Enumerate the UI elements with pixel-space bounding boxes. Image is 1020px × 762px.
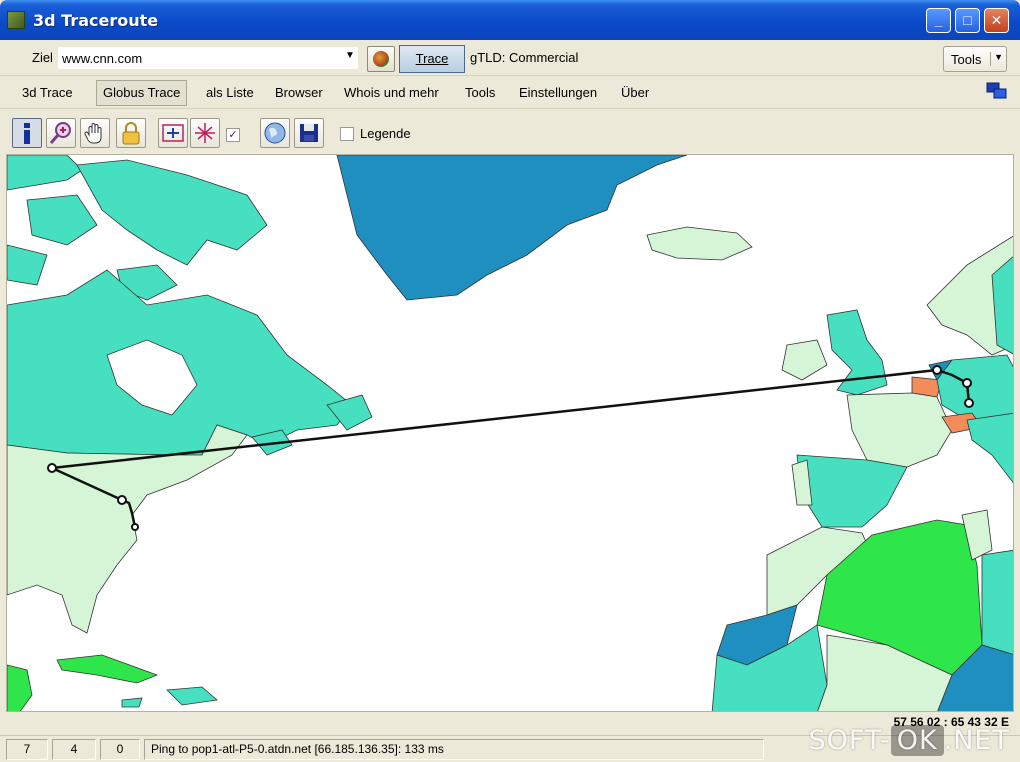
status-bar: 7 4 0 Ping to pop1-atl-P5-0.atdn.net [66… [0,725,1020,762]
title-bar: 3d Traceroute _ □ ✕ [0,0,1020,40]
zoom-in-button[interactable] [46,118,76,148]
menu-tools[interactable]: Tools [465,85,495,100]
france [846,392,953,468]
tools-dropdown[interactable]: Tools ▼ [943,46,1007,72]
minimize-icon: _ [934,12,943,28]
jamaica [121,697,143,708]
ping-icon [373,51,389,67]
lock-button[interactable] [116,118,146,148]
expand-button[interactable] [190,118,220,148]
watermark-right: .NET [943,725,1010,756]
hop-marker [131,523,139,531]
minimize-button[interactable]: _ [926,8,951,33]
status-message: Ping to pop1-atl-P5-0.atdn.net [66.185.1… [144,739,764,760]
germany [936,354,1013,421]
italy [966,412,1013,484]
watermark: SOFT- OK .NET [808,725,1010,756]
chevron-down-icon[interactable]: ▼ [990,52,1003,66]
mexico [7,664,33,711]
window-title: 3d Traceroute [33,11,159,30]
greenland [336,155,688,301]
hop-marker [932,365,942,375]
hispaniola [166,686,218,706]
maximize-button[interactable]: □ [955,8,980,33]
fit-view-icon [162,124,184,142]
baffin-region [76,159,268,266]
status-cell-count: 4 [52,739,96,760]
status-cell-hops: 7 [6,739,48,760]
trace-button[interactable]: Trace [399,45,465,73]
watermark-ok: OK [890,725,944,756]
info-button[interactable] [12,118,42,148]
app-icon [7,11,25,29]
menu-globus-trace[interactable]: Globus Trace [96,80,188,106]
globe-button[interactable] [260,118,290,148]
menu-browser[interactable]: Browser [275,85,323,100]
menu-als-liste[interactable]: als Liste [206,85,254,100]
check-icon[interactable]: ✓ [226,128,240,142]
address-bar: Ziel ▼ Trace gTLD: Commercial Tools ▼ [0,40,1020,76]
menu-whois[interactable]: Whois und mehr [344,85,439,100]
arctic-island-2 [26,194,98,246]
hop-marker [47,463,57,473]
arctic-island-3 [7,244,48,286]
menu-bar: 3d Trace Globus Trace als Liste Browser … [0,77,1020,109]
gtld-label: gTLD: Commercial [470,50,579,65]
iceland [646,226,753,261]
menu-3d-trace[interactable]: 3d Trace [22,85,73,100]
save-icon [300,124,318,142]
world-map[interactable] [7,155,1014,712]
watermark-left: SOFT- [808,725,891,756]
legend-label: Legende [360,126,411,141]
toolbar: ✓ Legende [0,110,1020,154]
spain [796,454,908,528]
ziel-label: Ziel [32,50,53,65]
target-input[interactable] [58,47,358,69]
arctic-islands [7,155,83,191]
menu-einstellungen[interactable]: Einstellungen [519,85,597,100]
hop-marker [964,398,974,408]
map-view[interactable] [6,154,1014,712]
fit-view-button[interactable] [158,118,188,148]
cuba [56,654,159,684]
menu-ueber[interactable]: Über [621,85,649,100]
hop-marker [117,495,127,505]
tools-label: Tools [951,52,982,67]
zoom-in-icon [49,122,71,144]
lock-icon [122,122,140,145]
close-icon: ✕ [990,12,1003,28]
ireland [781,339,828,381]
hop-marker [962,378,972,388]
info-icon [24,123,30,144]
maximize-icon: □ [963,12,972,28]
libya [981,549,1013,655]
pan-button[interactable] [80,118,110,148]
status-cell-errors: 0 [100,739,140,760]
chevron-down-icon[interactable]: ▼ [345,50,355,61]
expand-icon [195,123,215,143]
go-button[interactable] [367,46,395,72]
globe-icon [264,122,286,144]
legend-checkbox[interactable] [340,127,354,141]
usa [7,424,248,634]
save-button[interactable] [294,118,324,148]
pan-hand-icon [84,123,102,144]
windows-layers-icon[interactable] [986,82,1008,100]
close-button[interactable]: ✕ [984,8,1009,33]
